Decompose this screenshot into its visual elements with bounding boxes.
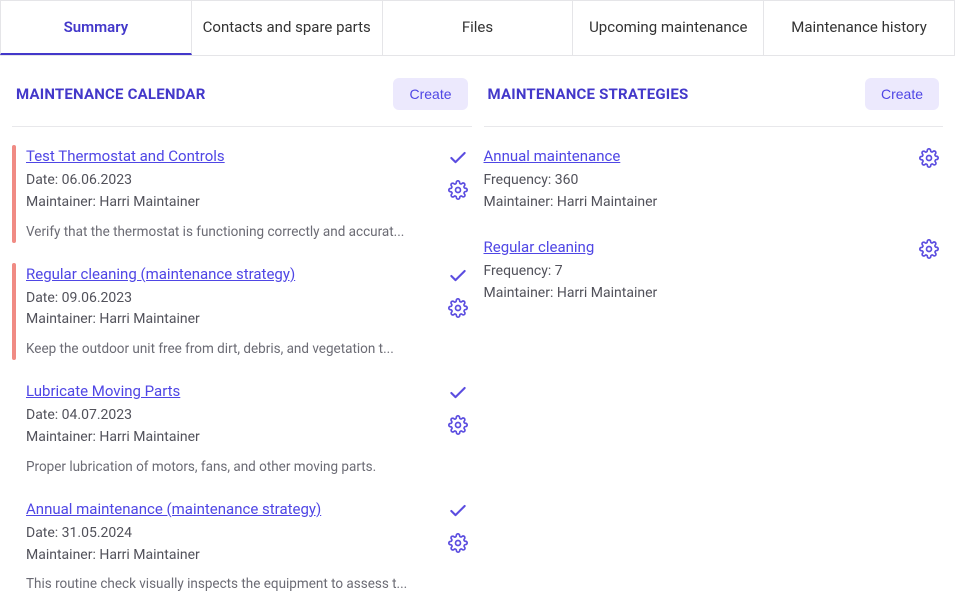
strategy-item: Regular cleaning Frequency: 7 Maintainer… [484,236,944,305]
status-bar [12,263,16,361]
status-bar [12,145,16,243]
strategies-create-button[interactable]: Create [865,78,939,110]
gear-icon[interactable] [918,147,940,169]
gear-icon[interactable] [447,297,469,319]
calendar-item-maintainer: Maintainer: Harri Maintainer [26,427,444,449]
calendar-item-actions [444,498,472,596]
tab-summary[interactable]: Summary [0,0,192,55]
status-bar [12,498,16,596]
calendar-item-link[interactable]: Lubricate Moving Parts [26,380,180,403]
calendar-item-desc: Verify that the thermostat is functionin… [26,222,444,243]
calendar-item-body: Test Thermostat and Controls Date: 06.06… [26,145,444,243]
strategy-item-link[interactable]: Annual maintenance [484,145,621,168]
tab-bar: Summary Contacts and spare parts Files U… [0,0,955,56]
calendar-item-link[interactable]: Annual maintenance (maintenance strategy… [26,498,321,521]
calendar-item-date: Date: 31.05.2024 [26,523,444,545]
calendar-item-date: Date: 04.07.2023 [26,405,444,427]
strategy-item-actions [915,145,943,214]
strategy-item-maintainer: Maintainer: Harri Maintainer [484,283,916,305]
calendar-header: MAINTENANCE CALENDAR Create [12,72,472,127]
tab-contacts-spare-parts[interactable]: Contacts and spare parts [192,0,383,55]
calendar-item: Regular cleaning (maintenance strategy) … [12,263,472,361]
calendar-item: Annual maintenance (maintenance strategy… [12,498,472,596]
calendar-item-desc: This routine check visually inspects the… [26,574,444,595]
calendar-item-actions [444,263,472,361]
strategies-title: MAINTENANCE STRATEGIES [488,85,689,103]
calendar-item-body: Lubricate Moving Parts Date: 04.07.2023 … [26,380,444,478]
calendar-item-desc: Keep the outdoor unit free from dirt, de… [26,339,444,360]
calendar-item-actions [444,380,472,478]
strategy-body: Annual maintenance Frequency: 360 Mainta… [484,145,916,214]
gear-icon[interactable] [447,179,469,201]
calendar-item-maintainer: Maintainer: Harri Maintainer [26,192,444,214]
check-icon[interactable] [447,147,469,169]
gear-icon[interactable] [447,414,469,436]
calendar-item-body: Regular cleaning (maintenance strategy) … [26,263,444,361]
strategies-header: MAINTENANCE STRATEGIES Create [484,72,944,127]
strategy-item-maintainer: Maintainer: Harri Maintainer [484,192,916,214]
tab-upcoming-maintenance[interactable]: Upcoming maintenance [573,0,764,55]
calendar-item-desc: Proper lubrication of motors, fans, and … [26,457,444,478]
calendar-item-maintainer: Maintainer: Harri Maintainer [26,309,444,331]
calendar-item-date: Date: 09.06.2023 [26,288,444,310]
calendar-item-date: Date: 06.06.2023 [26,170,444,192]
strategy-item-link[interactable]: Regular cleaning [484,236,595,259]
calendar-item-body: Annual maintenance (maintenance strategy… [26,498,444,596]
calendar-item-link[interactable]: Test Thermostat and Controls [26,145,225,168]
calendar-create-button[interactable]: Create [393,78,467,110]
check-icon[interactable] [447,265,469,287]
gear-icon[interactable] [918,238,940,260]
calendar-item-link[interactable]: Regular cleaning (maintenance strategy) [26,263,295,286]
calendar-item: Lubricate Moving Parts Date: 04.07.2023 … [12,380,472,478]
calendar-item-maintainer: Maintainer: Harri Maintainer [26,545,444,567]
gear-icon[interactable] [447,532,469,554]
tab-maintenance-history[interactable]: Maintenance history [764,0,955,55]
strategy-item: Annual maintenance Frequency: 360 Mainta… [484,145,944,214]
strategy-body: Regular cleaning Frequency: 7 Maintainer… [484,236,916,305]
strategies-column: MAINTENANCE STRATEGIES Create Annual mai… [484,72,944,615]
strategy-item-frequency: Frequency: 7 [484,261,916,283]
check-icon[interactable] [447,382,469,404]
calendar-item-actions [444,145,472,243]
calendar-title: MAINTENANCE CALENDAR [16,85,206,103]
strategy-item-frequency: Frequency: 360 [484,170,916,192]
tab-files[interactable]: Files [383,0,574,55]
status-bar [12,380,16,478]
check-icon[interactable] [447,500,469,522]
strategy-item-actions [915,236,943,305]
calendar-column: MAINTENANCE CALENDAR Create Test Thermos… [12,72,472,615]
calendar-item: Test Thermostat and Controls Date: 06.06… [12,145,472,243]
